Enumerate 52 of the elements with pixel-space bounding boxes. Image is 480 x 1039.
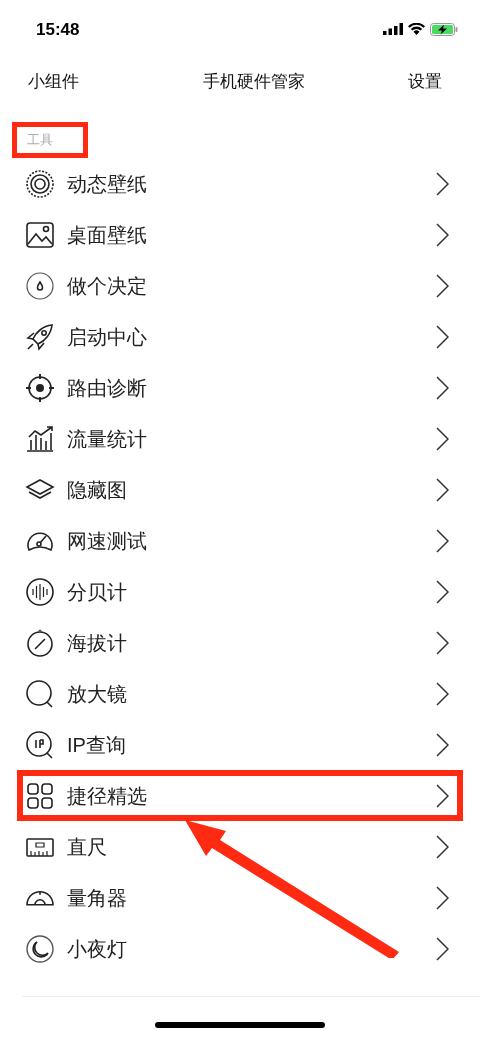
page-title: 手机硬件管家 <box>202 71 305 94</box>
magnifier-icon <box>25 729 55 760</box>
chevron-right-icon <box>436 783 449 808</box>
item-label[interactable]: 网速测试 <box>67 525 147 556</box>
chevron-right-icon <box>436 426 449 451</box>
image-icon <box>25 219 55 250</box>
signal-icon <box>383 23 403 35</box>
chevron-right-icon <box>436 171 449 196</box>
widgets-link[interactable]: 小组件 <box>28 69 79 95</box>
chevron-right-icon <box>436 528 449 553</box>
chevron-right-icon <box>436 222 449 247</box>
item-label[interactable]: 海拔计 <box>67 627 127 658</box>
section-title: 工具 <box>12 122 88 158</box>
item-label[interactable]: IP查询 <box>67 729 126 760</box>
chevron-right-icon <box>436 579 449 604</box>
item-label[interactable]: 隐藏图 <box>67 474 127 505</box>
sound-wave-icon <box>25 576 55 607</box>
item-label[interactable]: 启动中心 <box>67 321 147 352</box>
item-label[interactable]: 流量统计 <box>67 423 147 454</box>
rocket-icon <box>25 321 55 352</box>
chevron-right-icon <box>436 477 449 502</box>
status-time: 15:48 <box>36 19 80 42</box>
chevron-right-icon <box>436 375 449 400</box>
item-label[interactable]: 桌面壁纸 <box>67 219 147 250</box>
item-label[interactable]: 放大镜 <box>67 678 127 709</box>
battery-charging-icon <box>430 22 458 36</box>
grid-icon <box>25 780 55 811</box>
moon-circle-icon <box>25 933 55 964</box>
drop-circle-icon <box>25 270 55 301</box>
chevron-right-icon <box>436 273 449 298</box>
item-label[interactable]: 小夜灯 <box>67 933 127 964</box>
item-label[interactable]: 分贝计 <box>67 576 127 607</box>
magnifier-icon <box>25 678 55 709</box>
item-label[interactable]: 做个决定 <box>67 270 147 301</box>
chevron-right-icon <box>436 885 449 910</box>
chevron-right-icon <box>436 681 449 706</box>
chevron-right-icon <box>436 630 449 655</box>
chevron-right-icon <box>436 834 449 859</box>
chevron-right-icon <box>436 936 449 961</box>
protractor-icon <box>25 889 55 906</box>
settings-link[interactable]: 设置 <box>408 69 442 95</box>
concentric-circles-icon <box>25 168 55 199</box>
item-label[interactable]: 捷径精选 <box>67 780 147 811</box>
bar-chart-icon <box>25 423 55 454</box>
item-label[interactable]: 动态壁纸 <box>67 168 147 199</box>
item-label[interactable]: 路由诊断 <box>67 372 147 403</box>
chevron-right-icon <box>436 732 449 757</box>
wifi-icon <box>408 23 425 35</box>
chevron-right-icon <box>436 324 449 349</box>
crosshair-icon <box>25 372 55 403</box>
item-label[interactable]: 直尺 <box>67 831 107 862</box>
item-label[interactable]: 量角器 <box>67 882 127 913</box>
